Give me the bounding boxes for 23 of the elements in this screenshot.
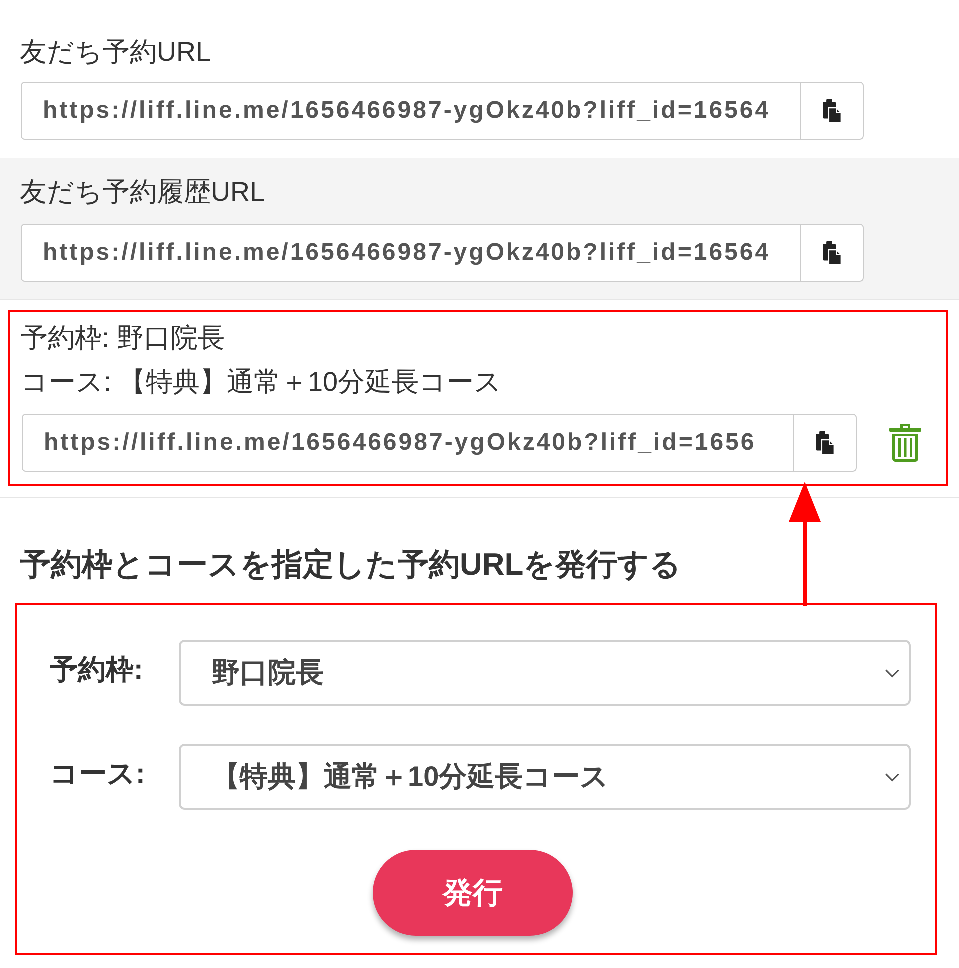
url-field[interactable]: https://liff.line.me/1656466987-ygOkz40b?liff_id=16564 — [21, 224, 801, 282]
issued-detail-text: コース: 【特典】通常＋10分延長コース — [21, 366, 502, 399]
select-field[interactable]: 野口院長 — [179, 640, 911, 706]
url-label: 友だち予約URL — [20, 36, 212, 69]
form-label: 予約枠: — [50, 653, 144, 687]
copy-button[interactable] — [801, 82, 864, 140]
clipboard-icon — [822, 241, 842, 265]
delete-button[interactable] — [889, 424, 922, 462]
issued-detail-text: 予約枠: 野口院長 — [21, 322, 226, 355]
copy-button[interactable] — [801, 224, 864, 282]
select-field[interactable]: 【特典】通常＋10分延長コース — [179, 744, 911, 810]
trash-icon — [889, 424, 922, 462]
url-field[interactable]: https://liff.line.me/1656466987-ygOkz40b?liff_id=16564 — [21, 82, 801, 140]
copy-button[interactable] — [794, 414, 857, 472]
issue-button[interactable]: 発行 — [373, 850, 573, 936]
url-field[interactable]: https://liff.line.me/1656466987-ygOkz40b?liff_id=1656 — [22, 414, 794, 472]
chevron-down-icon — [885, 772, 900, 782]
form-label: コース: — [50, 757, 146, 791]
url-label: 友だち予約履歴URL — [20, 176, 266, 209]
section-heading: 予約枠とコースを指定した予約URLを発行する — [20, 547, 682, 583]
clipboard-icon — [816, 431, 834, 455]
clipboard-icon — [822, 99, 842, 123]
chevron-down-icon — [885, 668, 900, 678]
